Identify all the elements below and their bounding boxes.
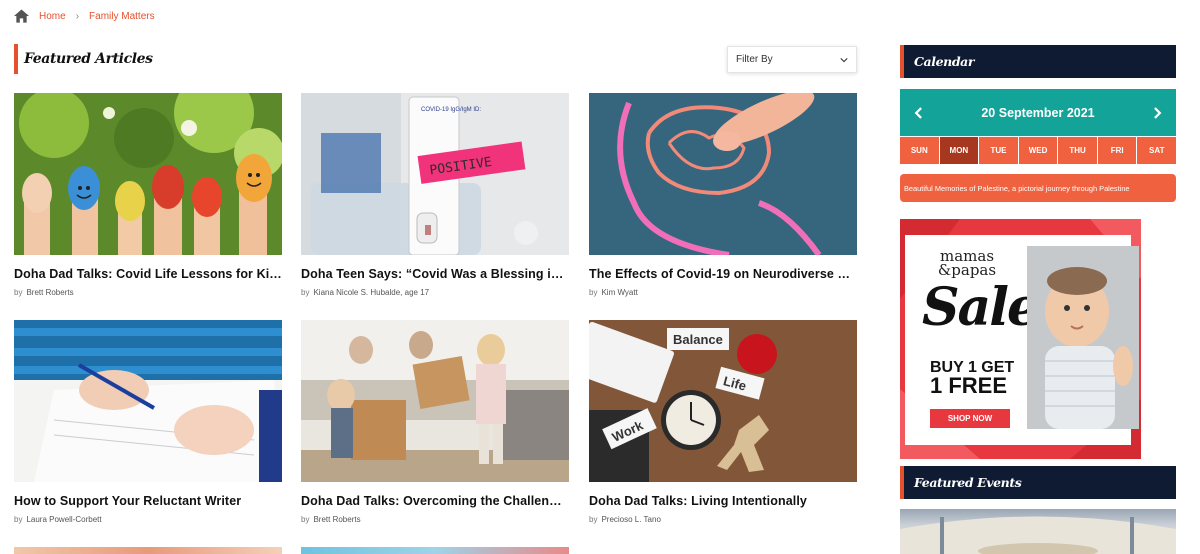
by-label: by xyxy=(589,515,598,524)
breadcrumb-separator: › xyxy=(75,10,80,22)
article-thumbnail-child-writing[interactable] xyxy=(14,320,282,482)
calendar-weekdays: SUN MON TUE WED THU FRI SAT xyxy=(900,137,1177,164)
article-thumbnail-work-life-balance[interactable]: Balance Life Work xyxy=(589,320,857,482)
featured-articles-title: Featured Articles xyxy=(24,51,153,67)
chevron-right-icon[interactable] xyxy=(1150,106,1164,120)
accent-bar xyxy=(900,45,904,78)
article-card[interactable]: Balance Life Work Doha Dad Talks: Living… xyxy=(589,320,857,524)
by-label: by xyxy=(14,288,23,297)
chevron-down-icon xyxy=(840,57,848,62)
article-thumbnail-painted-hands[interactable] xyxy=(14,93,282,255)
article-card[interactable]: How to Support Your Reluctant Writer by L… xyxy=(14,320,282,524)
calendar-header: Calendar xyxy=(900,45,1176,78)
balance-label: Balance xyxy=(673,332,723,347)
article-title[interactable]: Doha Teen Says: “Covid Was a Blessing in… xyxy=(301,267,569,281)
calendar-month-label: 20 September 2021 xyxy=(981,105,1095,120)
weekday-wed[interactable]: WED xyxy=(1018,137,1058,164)
article-title[interactable]: Doha Dad Talks: Living Intentionally xyxy=(589,494,857,508)
article-thumbnail-partial[interactable] xyxy=(14,547,282,554)
featured-events-title: Featured Events xyxy=(914,475,1022,490)
article-byline: by Kim Wyatt xyxy=(589,288,857,297)
shop-now-button[interactable]: SHOP NOW xyxy=(930,409,1010,428)
weekday-sat[interactable]: SAT xyxy=(1137,137,1177,164)
article-title[interactable]: The Effects of Covid-19 on Neurodiverse … xyxy=(589,267,857,281)
calendar-month-bar: 20 September 2021 xyxy=(900,89,1176,136)
article-title[interactable]: Doha Dad Talks: Overcoming the Challenge… xyxy=(301,494,569,508)
article-byline: by Laura Powell-Corbett xyxy=(14,515,282,524)
ad-brand-line2: &papas xyxy=(937,261,997,279)
chevron-left-icon[interactable] xyxy=(912,106,926,120)
ad-brand-logo: mamas &papas xyxy=(932,249,1002,279)
weekday-mon[interactable]: MON xyxy=(939,137,979,164)
article-author: Kiana Nicole S. Hubalde, age 17 xyxy=(313,288,430,297)
article-card[interactable]: COVID-19 IgG/IgM ID: POSITIVE Doha Teen … xyxy=(301,93,569,297)
filter-dropdown[interactable]: Filter By xyxy=(727,46,857,73)
ad-offer-line2: 1 FREE xyxy=(930,373,1008,398)
article-title[interactable]: Doha Dad Talks: Covid Life Lessons for K… xyxy=(14,267,282,281)
article-byline: by Kiana Nicole S. Hubalde, age 17 xyxy=(301,288,569,297)
article-author: Brett Roberts xyxy=(313,515,361,524)
breadcrumb-current-link[interactable]: Family Matters xyxy=(89,11,155,22)
filter-label: Filter By xyxy=(736,54,773,65)
article-byline: by Brett Roberts xyxy=(301,515,569,524)
featured-articles-header: Featured Articles xyxy=(14,44,153,74)
by-label: by xyxy=(589,288,598,297)
weekday-fri[interactable]: FRI xyxy=(1097,137,1137,164)
calendar-event-link[interactable]: Beautiful Memories of Palestine, a picto… xyxy=(900,174,1176,202)
by-label: by xyxy=(301,288,310,297)
ad-baby-photo xyxy=(1027,246,1139,429)
by-label: by xyxy=(14,515,23,524)
by-label: by xyxy=(301,515,310,524)
article-card[interactable]: The Effects of Covid-19 on Neurodiverse … xyxy=(589,93,857,297)
accent-bar xyxy=(900,466,904,499)
weekday-thu[interactable]: THU xyxy=(1058,137,1097,164)
article-thumbnail-moving-boxes[interactable] xyxy=(301,320,569,482)
article-card[interactable]: Doha Dad Talks: Covid Life Lessons for K… xyxy=(14,93,282,297)
article-author: Kim Wyatt xyxy=(601,288,638,297)
calendar-title: Calendar xyxy=(914,54,975,69)
article-author: Precioso L. Tano xyxy=(601,515,661,524)
article-title[interactable]: How to Support Your Reluctant Writer xyxy=(14,494,282,508)
article-card[interactable]: Doha Dad Talks: Overcoming the Challenge… xyxy=(301,320,569,524)
weekday-sun[interactable]: SUN xyxy=(900,137,939,164)
article-byline: by Precioso L. Tano xyxy=(589,515,857,524)
ad-sale-text: Sale xyxy=(922,277,1040,338)
home-icon[interactable] xyxy=(14,9,29,23)
accent-bar xyxy=(14,44,18,74)
covid-test-label: COVID-19 IgG/IgM ID: xyxy=(421,107,481,113)
article-thumbnail-covid-test[interactable]: COVID-19 IgG/IgM ID: POSITIVE xyxy=(301,93,569,255)
article-thumbnail-partial[interactable] xyxy=(301,547,569,554)
article-author: Brett Roberts xyxy=(26,288,74,297)
ad-offer: BUY 1 GET 1 FREE xyxy=(930,359,1014,398)
article-author: Laura Powell-Corbett xyxy=(26,515,102,524)
featured-event-image[interactable] xyxy=(900,509,1176,554)
mamas-papas-ad-banner[interactable]: mamas &papas Sale BUY 1 GET 1 FREE SHOP … xyxy=(900,219,1141,459)
article-thumbnail-chalk-brain[interactable] xyxy=(589,93,857,255)
weekday-tue[interactable]: TUE xyxy=(979,137,1018,164)
breadcrumb-home-link[interactable]: Home xyxy=(39,11,66,22)
article-byline: by Brett Roberts xyxy=(14,288,282,297)
featured-events-header: Featured Events xyxy=(900,466,1176,499)
breadcrumb: Home › Family Matters xyxy=(14,7,155,25)
